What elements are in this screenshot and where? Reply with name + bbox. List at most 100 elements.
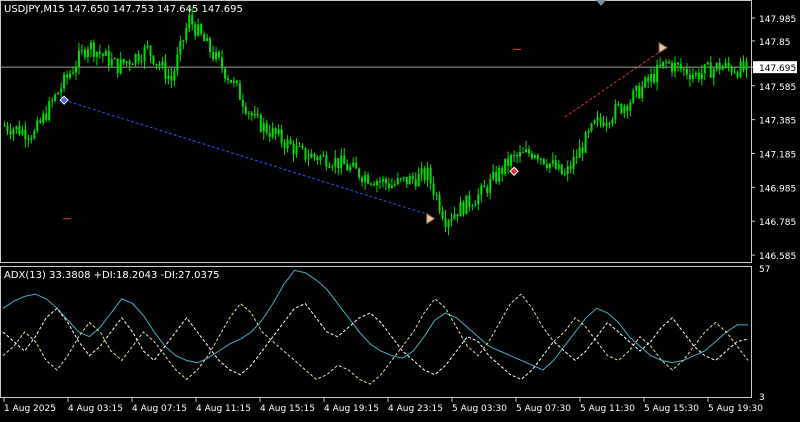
price-tick-label: 147.585 — [759, 83, 796, 93]
candle-body — [423, 168, 426, 181]
candle-body — [307, 157, 310, 160]
price-tick-label: 146.785 — [759, 218, 796, 228]
candle-body — [727, 62, 730, 67]
candle-body — [542, 158, 545, 165]
candle-body — [15, 126, 18, 130]
candle-body — [42, 113, 45, 123]
candle-body — [492, 171, 495, 179]
candle-body — [39, 120, 42, 123]
candle-body — [185, 28, 188, 41]
candle-body — [489, 178, 492, 193]
time-tick-label: 1 Aug 2025 — [4, 404, 56, 414]
candle-body — [516, 154, 519, 157]
candle-body — [316, 157, 319, 161]
candle-body — [215, 51, 218, 59]
candle-body — [429, 167, 432, 184]
candle-body — [107, 50, 110, 66]
candle-body — [152, 55, 155, 65]
candle-body — [256, 113, 259, 116]
candle-body — [688, 74, 691, 80]
time-tick-label: 4 Aug 07:15 — [132, 404, 187, 414]
candle-body — [232, 80, 235, 83]
candle-body — [331, 166, 334, 168]
candle-body — [676, 62, 679, 65]
candle-body — [441, 210, 444, 219]
candle-body — [483, 185, 486, 188]
candle-body — [462, 201, 465, 215]
candle-body — [119, 59, 122, 74]
candle-body — [125, 61, 128, 64]
candle-body — [444, 218, 447, 228]
time-tick-label: 5 Aug 03:30 — [452, 404, 507, 414]
chart-window[interactable]: 147.985 147.85 147.695 147.585 147.385 147.18… — [0, 0, 800, 418]
candle-body — [277, 129, 280, 134]
candle-body — [176, 54, 179, 72]
candle-body — [194, 24, 197, 36]
candle-body — [226, 78, 229, 80]
candle-body — [116, 58, 119, 74]
candle-body — [250, 112, 253, 116]
candle-body — [253, 113, 256, 116]
candle-body — [650, 73, 653, 82]
candle-body — [110, 59, 113, 66]
candle-body — [173, 71, 176, 81]
candle-body — [229, 79, 232, 83]
candle-body — [435, 194, 438, 196]
candle-body — [459, 201, 462, 217]
candle-body — [498, 167, 501, 182]
time-tick-label: 5 Aug 19:30 — [708, 404, 763, 414]
candle-body — [378, 181, 381, 183]
candle-body — [715, 63, 718, 69]
candle-body — [325, 155, 328, 167]
candle-body — [182, 40, 185, 42]
candle-body — [447, 220, 450, 228]
time-tick-label: 4 Aug 23:15 — [388, 404, 443, 414]
candle-body — [510, 155, 513, 166]
candle-body — [665, 61, 668, 63]
candle-body — [188, 14, 191, 29]
time-tick-label: 4 Aug 19:15 — [324, 404, 379, 414]
candle-body — [539, 158, 542, 160]
candle-body — [140, 61, 143, 63]
candle-body — [280, 129, 283, 143]
candle-body — [408, 175, 411, 185]
candle-body — [200, 24, 203, 34]
price-tick-label: 147.385 — [759, 117, 796, 127]
candle-body — [3, 125, 6, 127]
candle-body — [340, 155, 343, 169]
candle-body — [632, 90, 635, 103]
time-tick-label: 5 Aug 07:30 — [516, 404, 571, 414]
candle-body — [69, 73, 72, 78]
candle-body — [468, 195, 471, 207]
candle-body — [742, 61, 745, 71]
candle-body — [617, 103, 620, 105]
candle-body — [235, 80, 238, 84]
candle-body — [241, 99, 244, 107]
candle-body — [545, 164, 548, 168]
candle-body — [393, 184, 396, 186]
candle-body — [679, 64, 682, 69]
candle-body — [77, 50, 80, 68]
candle-body — [656, 64, 659, 83]
candle-body — [584, 132, 587, 153]
candle-body — [206, 38, 209, 42]
candle-body — [36, 120, 39, 132]
candle-body — [504, 158, 507, 174]
candle-body — [411, 175, 414, 179]
candle-body — [373, 183, 376, 186]
candle-body — [480, 185, 483, 195]
candle-body — [450, 218, 453, 221]
candle-body — [611, 119, 614, 124]
candle-body — [533, 155, 536, 158]
price-tick-label: 146.985 — [759, 184, 796, 194]
candle-body — [599, 117, 602, 122]
price-tick-label: 147.85 — [759, 38, 791, 48]
candle-body — [167, 76, 170, 79]
candle-body — [45, 113, 48, 120]
chart-canvas[interactable]: 147.985 147.85 147.695 147.585 147.385 147.18… — [0, 0, 800, 418]
candle-body — [456, 214, 459, 217]
candle-body — [572, 156, 575, 169]
candle-body — [355, 162, 358, 169]
candle-body — [352, 162, 355, 167]
candle-body — [620, 104, 623, 113]
